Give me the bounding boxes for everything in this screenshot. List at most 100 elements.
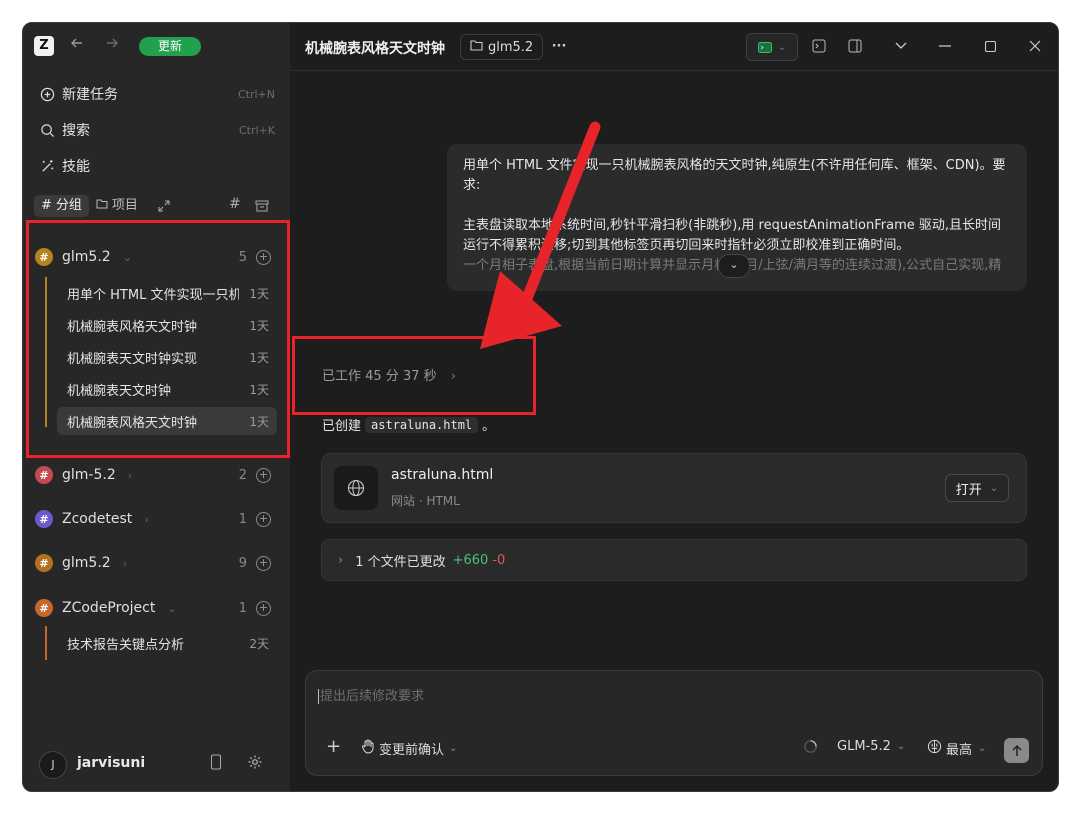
group-zcodeproject[interactable]: # ZCodeProject ⌄ 1 + — [35, 596, 271, 620]
add-attachment-icon[interactable]: + — [326, 736, 341, 757]
terminal-icon[interactable] — [807, 34, 831, 58]
close-icon[interactable] — [1023, 34, 1047, 58]
chevron-down-icon: ⌄ — [167, 601, 177, 615]
more-options-icon[interactable]: ··· — [547, 34, 571, 58]
page-title: 机械腕表风格天文时钟 — [305, 41, 445, 57]
add-task-icon[interactable]: + — [256, 600, 271, 616]
change-mode-dropdown[interactable]: 变更前确认 ⌄ — [361, 739, 457, 758]
hash-icon: # — [41, 198, 52, 213]
hash-filter-icon[interactable]: # — [229, 196, 241, 212]
chevron-down-icon: ⌄ — [777, 41, 787, 53]
created-file-chip: astraluna.html — [365, 416, 479, 433]
effort-label: 最高 — [946, 743, 973, 758]
app-logo: Z — [34, 36, 54, 56]
menu-label: 搜索 — [62, 123, 90, 139]
chevron-down-icon: ⌄ — [449, 743, 458, 754]
followup-input[interactable]: 提出后续修改要求 — [318, 685, 424, 704]
created-prefix: 已创建 — [322, 419, 362, 434]
plus-circle-icon — [39, 86, 55, 102]
group-count: 2 — [238, 467, 247, 483]
open-label: 打开 — [955, 482, 982, 498]
folder-chip[interactable]: glm5.2 — [460, 34, 544, 60]
chevron-right-icon: › — [144, 512, 149, 526]
group-hash-icon: # — [35, 599, 53, 617]
maximize-icon[interactable] — [978, 34, 1002, 58]
sidebar: Z 更新 新建任务 Ctrl+N 搜索 Ctrl+K 技能 # 分组 项目 # … — [23, 23, 290, 791]
group-count: 9 — [238, 555, 247, 571]
archive-icon[interactable] — [255, 198, 269, 217]
lines-added: +660 — [452, 552, 489, 568]
annotation-box-worked — [292, 336, 536, 415]
group-hash-icon: # — [35, 510, 53, 528]
username[interactable]: jarvisuni — [77, 755, 145, 771]
lines-removed: -0 — [492, 552, 506, 568]
chevron-right-icon: › — [122, 556, 128, 570]
segment-label: 分组 — [55, 198, 82, 213]
chevron-down-icon: ⌄ — [989, 482, 999, 494]
segment-group[interactable]: # 分组 — [34, 195, 89, 217]
back-arrow-icon[interactable] — [70, 36, 84, 54]
send-arrow-up-icon[interactable] — [1004, 738, 1029, 763]
group-glm5.2-b[interactable]: # glm5.2 › 9 + — [35, 551, 271, 575]
group-count: 1 — [238, 511, 247, 527]
file-changes-summary[interactable]: › 1 个文件已更改 +660 -0 — [321, 539, 1027, 581]
group-name: glm5.2 — [62, 555, 111, 571]
magic-wand-icon — [39, 158, 55, 174]
effort-selector[interactable]: 最高 ⌄ — [927, 739, 986, 758]
changes-label: 1 个文件已更改 — [355, 554, 446, 570]
group-line — [45, 626, 47, 660]
globe-icon — [334, 466, 378, 510]
search-button[interactable]: 搜索 Ctrl+K — [39, 118, 275, 142]
phone-icon[interactable] — [210, 754, 222, 774]
avatar[interactable]: J — [39, 751, 67, 779]
input-placeholder: 提出后续修改要求 — [320, 689, 425, 704]
chevron-down-icon[interactable] — [889, 34, 913, 58]
folder-icon — [96, 195, 108, 217]
chevron-down-icon: ⌄ — [978, 743, 987, 754]
panel-toggle-icon[interactable] — [843, 34, 867, 58]
file-name: astraluna.html — [391, 467, 494, 483]
shortcut-hint: Ctrl+N — [237, 87, 275, 101]
skills-button[interactable]: 技能 — [39, 154, 275, 178]
chevron-down-icon: ⌄ — [896, 741, 906, 752]
add-task-icon[interactable]: + — [256, 511, 271, 527]
task-title: 技术报告关键点分析 — [67, 637, 185, 653]
expand-icon[interactable] — [151, 195, 177, 217]
shortcut-hint: Ctrl+K — [238, 123, 275, 137]
created-suffix: 。 — [482, 419, 496, 434]
hand-icon — [361, 739, 375, 758]
composer: 提出后续修改要求 + 变更前确认 ⌄ GLM-5.2 ⌄ 最高 ⌄ — [305, 670, 1043, 776]
add-task-icon[interactable]: + — [256, 555, 271, 571]
group-hash-icon: # — [35, 554, 53, 572]
search-icon — [39, 122, 55, 138]
group-hash-icon: # — [35, 466, 53, 484]
file-meta: 网站 · HTML — [391, 494, 460, 508]
segment-project[interactable]: 项目 — [89, 195, 145, 217]
task-item[interactable]: 技术报告关键点分析 2天 — [57, 629, 277, 657]
new-task-button[interactable]: 新建任务 Ctrl+N — [39, 82, 275, 106]
terminal-toggle-button[interactable]: ⌄ — [746, 33, 798, 61]
group-glm-5.2[interactable]: # glm-5.2 › 2 + — [35, 463, 271, 487]
add-task-icon[interactable]: + — [256, 467, 271, 483]
mode-label: 变更前确认 — [379, 743, 445, 758]
expand-message-button[interactable]: ⌄ — [718, 254, 750, 278]
terminal-green-icon — [757, 38, 772, 57]
forward-arrow-icon[interactable] — [105, 36, 119, 54]
file-card[interactable]: astraluna.html 网站 · HTML 打开 ⌄ — [321, 453, 1027, 523]
menu-label: 技能 — [62, 159, 90, 175]
folder-icon — [470, 39, 483, 55]
group-zcodetest[interactable]: # Zcodetest › 1 + — [35, 507, 271, 531]
loading-spinner-icon — [803, 739, 818, 754]
minimize-icon[interactable] — [933, 34, 957, 58]
update-button[interactable]: 更新 — [139, 37, 201, 56]
group-count: 1 — [238, 600, 247, 616]
chevron-right-icon: › — [127, 468, 133, 482]
model-name: GLM-5.2 — [837, 739, 891, 754]
model-selector[interactable]: GLM-5.2 ⌄ — [837, 739, 905, 754]
brain-icon — [927, 739, 942, 758]
open-file-button[interactable]: 打开 ⌄ — [945, 474, 1009, 502]
main-panel: 机械腕表风格天文时钟 glm5.2 ··· ⌄ 用单个 HTML 文件实现一只机… — [290, 23, 1058, 791]
settings-gear-icon[interactable] — [247, 754, 263, 774]
segment-label: 项目 — [111, 198, 138, 213]
group-name: ZCodeProject — [62, 600, 156, 616]
